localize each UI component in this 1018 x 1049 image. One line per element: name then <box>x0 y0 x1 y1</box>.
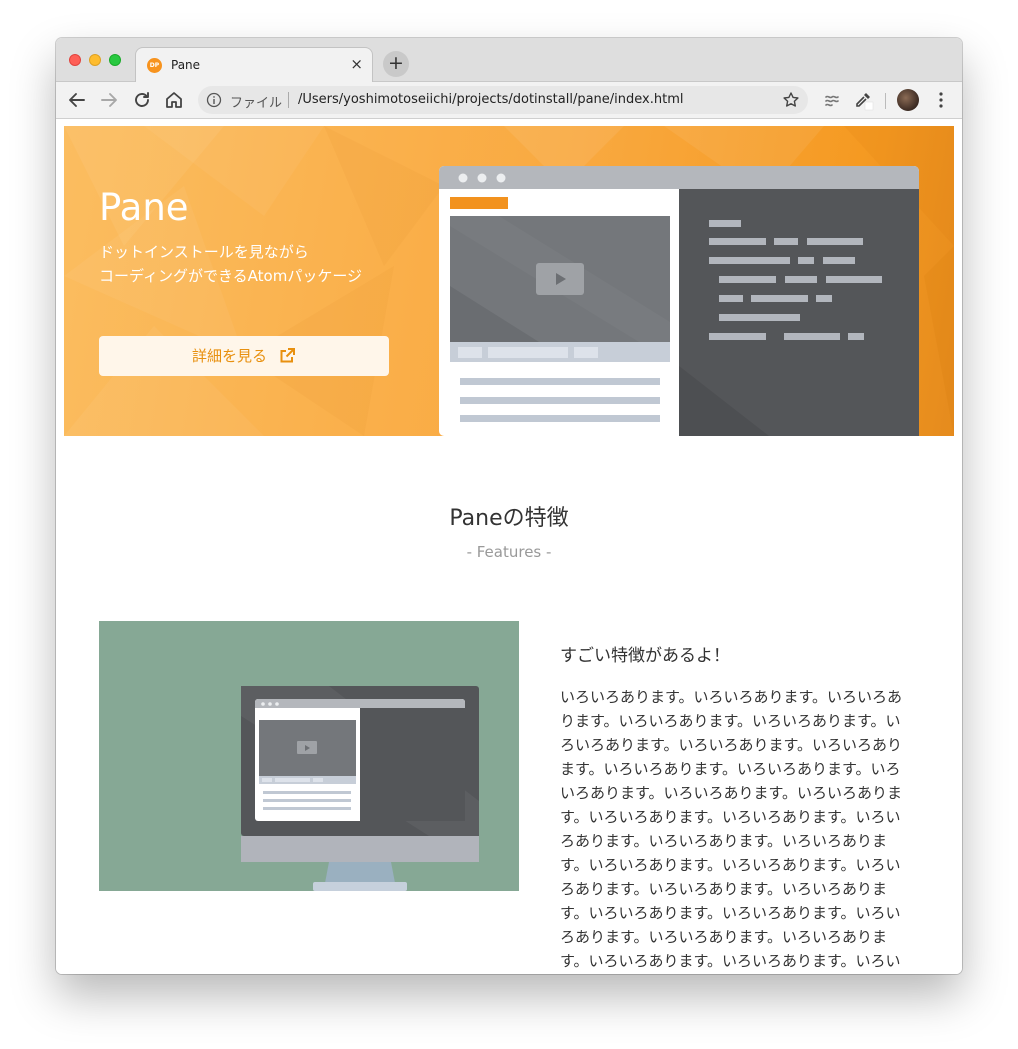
toolbar-divider <box>885 93 886 109</box>
avatar[interactable] <box>897 89 919 111</box>
reload-icon[interactable] <box>131 89 153 111</box>
tab-title: Pane <box>171 58 201 72</box>
features-title: Paneの特徴 <box>449 506 569 531</box>
external-link-icon <box>280 348 296 363</box>
window-minimize-button[interactable] <box>89 54 101 66</box>
home-icon[interactable] <box>163 89 185 111</box>
window-maximize-button[interactable] <box>109 54 121 66</box>
hero-section: Pane ドットインストールを見ながら コーディングができるAtomパッケージ … <box>64 126 954 436</box>
details-button-label: 詳細を見る <box>191 347 267 365</box>
extension-icon[interactable] <box>821 89 843 111</box>
url-divider <box>288 92 289 108</box>
page-content: Pane ドットインストールを見ながら コーディングができるAtomパッケージ … <box>56 119 962 974</box>
tab-strip: DP Pane × + <box>56 38 962 82</box>
info-icon[interactable] <box>206 92 222 108</box>
favicon-icon: DP <box>147 58 162 73</box>
hero-subtitle-line2: コーディングができるAtomパッケージ <box>99 267 363 285</box>
feature-monitor-illustration <box>99 621 519 891</box>
browser-window: DP Pane × + ファイル /Users/yoshimotoseiichi… <box>56 38 962 974</box>
tab-close-icon[interactable]: × <box>350 55 363 73</box>
url-text[interactable]: /Users/yoshimotoseiichi/projects/dotinst… <box>298 92 684 107</box>
browser-toolbar: ファイル /Users/yoshimotoseiichi/projects/do… <box>56 82 962 119</box>
editor-mockup-illustration <box>439 166 919 436</box>
new-tab-button[interactable]: + <box>383 51 409 77</box>
hero-title: Pane <box>99 186 189 229</box>
browser-tab[interactable]: DP Pane × <box>135 47 373 82</box>
details-button[interactable]: 詳細を見る <box>99 336 389 376</box>
feature-body-text: いろいろあります。いろいろあります。いろいろあります。いろいろあります。いろいろ… <box>560 688 903 970</box>
menu-icon[interactable] <box>930 89 952 111</box>
url-scheme-label: ファイル <box>230 96 283 111</box>
features-subtitle: - Features - <box>466 543 552 561</box>
hero-subtitle-line1: ドットインストールを見ながら <box>99 243 309 261</box>
star-icon[interactable] <box>782 91 800 109</box>
feature-heading: すごい特徴があるよ！ <box>560 646 730 666</box>
window-close-button[interactable] <box>69 54 81 66</box>
eyedropper-icon[interactable] <box>852 89 874 111</box>
address-bar[interactable]: ファイル /Users/yoshimotoseiichi/projects/do… <box>198 86 808 114</box>
back-icon[interactable] <box>66 89 88 111</box>
forward-icon[interactable] <box>98 89 120 111</box>
